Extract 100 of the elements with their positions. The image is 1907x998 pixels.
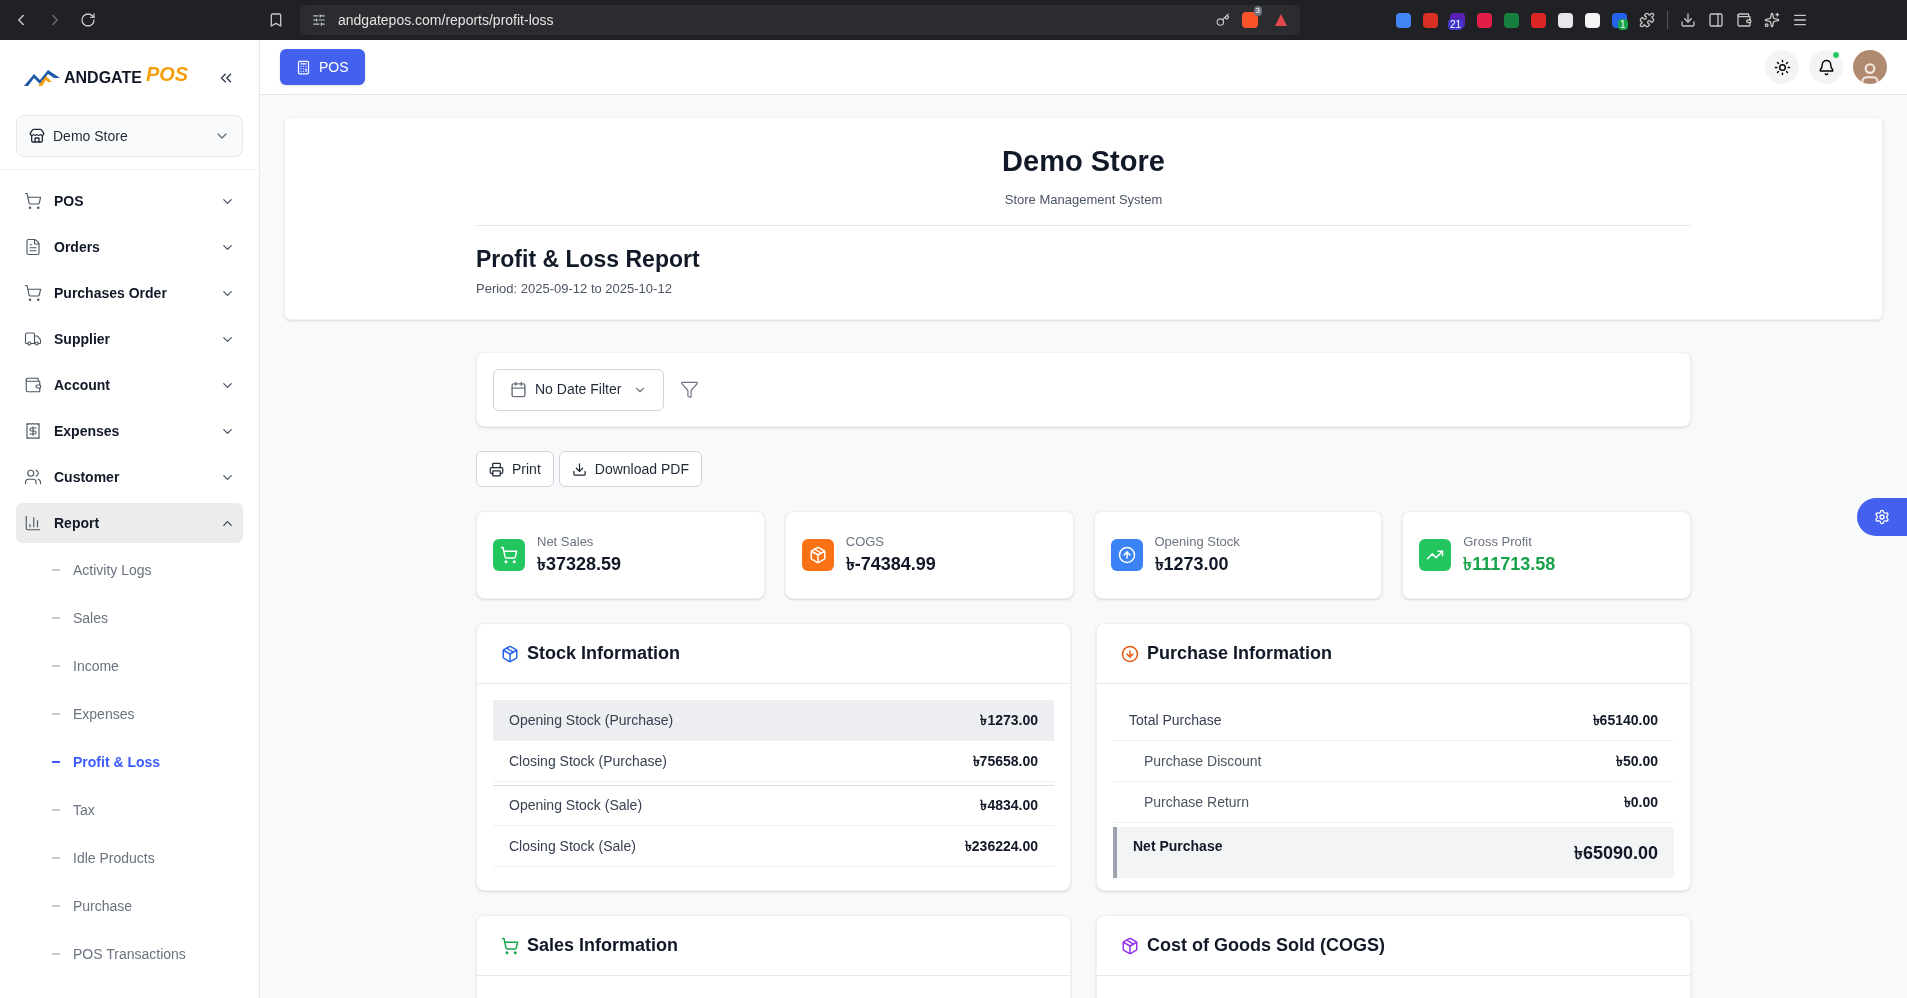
stat-label: COGS	[845, 532, 886, 551]
nav-subitem[interactable]: Income	[16, 642, 243, 690]
report-period: Period: 2025-09-12 to 2025-10-12	[476, 279, 673, 298]
settings-button[interactable]	[1857, 498, 1907, 536]
date-filter-dropdown[interactable]: No Date Filter	[493, 368, 665, 411]
bar-chart-icon	[24, 514, 42, 532]
key-icon[interactable]	[1215, 13, 1230, 27]
extension-icon[interactable]: 21	[1450, 12, 1465, 28]
nav-subitem[interactable]: Tax	[16, 786, 243, 834]
pos-button[interactable]: POS	[280, 49, 365, 85]
bookmark-icon[interactable]	[268, 12, 284, 28]
triangle-icon[interactable]	[1274, 13, 1288, 27]
nav-item[interactable]: Report	[16, 503, 243, 543]
row-label: Purchase Return	[1144, 792, 1250, 812]
calculator-icon	[296, 59, 311, 75]
stat-label: Net Sales	[537, 532, 595, 551]
row-value: ৳1273.00	[980, 710, 1038, 730]
nav-subitem[interactable]: Sales	[16, 594, 243, 642]
nav-item[interactable]: Account	[16, 365, 243, 405]
print-button[interactable]: Print	[476, 451, 554, 487]
nav-subitem[interactable]: Profit & Loss	[16, 738, 243, 786]
row-value: ৳0.00	[1623, 792, 1658, 812]
nav-item[interactable]: Purchases Order	[16, 273, 243, 313]
store-select[interactable]: Demo Store	[16, 115, 243, 157]
row-value: ৳50.00	[1615, 751, 1658, 771]
package-icon	[801, 539, 834, 571]
row-label: Total Purchase	[1129, 710, 1222, 730]
store-icon	[29, 128, 45, 144]
stat-value: ৳-74384.99	[845, 553, 936, 577]
download-button[interactable]: Download PDF	[558, 451, 702, 487]
sparkle-icon[interactable]	[1764, 12, 1780, 28]
row-value: ৳65140.00	[1592, 710, 1658, 730]
report-title: Profit & Loss Report	[476, 245, 701, 274]
logo-mark-icon	[24, 67, 60, 88]
notification-button[interactable]	[1809, 50, 1843, 84]
cart-icon	[501, 936, 519, 955]
nav-item[interactable]: POS	[16, 181, 243, 221]
stat-value: ৳1273.00	[1154, 553, 1230, 577]
store-subtitle: Store Management System	[1003, 190, 1164, 209]
sidebar-toggle-icon[interactable]	[1708, 12, 1724, 28]
arrow-up-icon	[1110, 539, 1143, 571]
row-label: Purchase Discount	[1144, 751, 1262, 771]
shield-badge: 3	[1253, 6, 1262, 16]
package-icon	[501, 644, 519, 663]
address-bar[interactable]: andgatepos.com/reports/profit-loss 3	[300, 5, 1300, 35]
stat-label: Opening Stock	[1154, 532, 1240, 551]
truck-icon	[24, 330, 42, 348]
nav-subitem[interactable]: Purchase	[16, 882, 243, 930]
cart-icon	[493, 539, 525, 571]
row-label: Net Purchase	[1133, 837, 1223, 856]
extension-icon[interactable]	[1558, 12, 1573, 28]
row-label: Opening Stock (Sale)	[509, 796, 643, 815]
row-value: ৳4834.00	[980, 796, 1038, 815]
row-label: Closing Stock (Sale)	[509, 836, 636, 856]
avatar[interactable]	[1853, 50, 1887, 84]
extension-icon[interactable]	[1585, 12, 1600, 28]
nav-item[interactable]: Expenses	[16, 411, 243, 451]
extensions-icon[interactable]	[1639, 12, 1655, 28]
cart-icon	[24, 192, 42, 210]
cart-icon	[24, 284, 42, 302]
settings-icon	[1874, 509, 1890, 525]
section-title: Sales Information	[527, 934, 679, 957]
sun-icon	[1773, 58, 1791, 76]
printer-icon	[489, 461, 504, 477]
reload-icon[interactable]	[80, 12, 96, 28]
row-value: ৳75658.00	[972, 751, 1038, 771]
stat-value: ৳111713.58	[1463, 553, 1556, 577]
url-text: andgatepos.com/reports/profit-loss	[338, 10, 555, 30]
store-title: Demo Store	[1001, 144, 1166, 179]
stat-label: Gross Profit	[1463, 532, 1533, 551]
nav-item[interactable]: Customer	[16, 457, 243, 497]
arrow-down-icon	[1121, 644, 1139, 663]
theme-toggle-button[interactable]	[1765, 50, 1799, 84]
section-title: Purchase Information	[1147, 642, 1333, 665]
row-value: ৳236224.00	[964, 836, 1038, 856]
receipt-icon	[24, 422, 42, 440]
row-label: Opening Stock (Purchase)	[509, 710, 674, 730]
section-title: Stock Information	[527, 642, 680, 665]
nav-item[interactable]: Orders	[16, 227, 243, 267]
row-label: Closing Stock (Purchase)	[509, 751, 667, 771]
site-settings-icon[interactable]	[312, 13, 326, 27]
nav-subitem[interactable]: POS Transactions	[16, 930, 243, 978]
calendar-icon	[510, 381, 527, 398]
bell-icon	[1817, 58, 1835, 76]
row-value: ৳65090.00	[1573, 842, 1658, 865]
nav-subitem[interactable]: Activity Logs	[16, 546, 243, 594]
logo-text: ANDGATE	[64, 67, 142, 88]
wallet-icon[interactable]	[1736, 12, 1752, 28]
download-icon[interactable]	[1680, 12, 1696, 28]
filter-icon[interactable]	[680, 380, 700, 399]
nav-subitem[interactable]: Expenses	[16, 690, 243, 738]
wallet-icon	[24, 376, 42, 394]
users-icon	[24, 468, 42, 486]
trend-up-icon	[1419, 539, 1452, 571]
nav-subitem[interactable]: Idle Products	[16, 834, 243, 882]
nav-item[interactable]: Supplier	[16, 319, 243, 359]
extension-badge: 21	[1448, 18, 1464, 30]
section-title: Cost of Goods Sold (COGS)	[1147, 934, 1385, 957]
stat-value: ৳37328.59	[537, 553, 622, 577]
menu-icon[interactable]	[1792, 12, 1808, 28]
